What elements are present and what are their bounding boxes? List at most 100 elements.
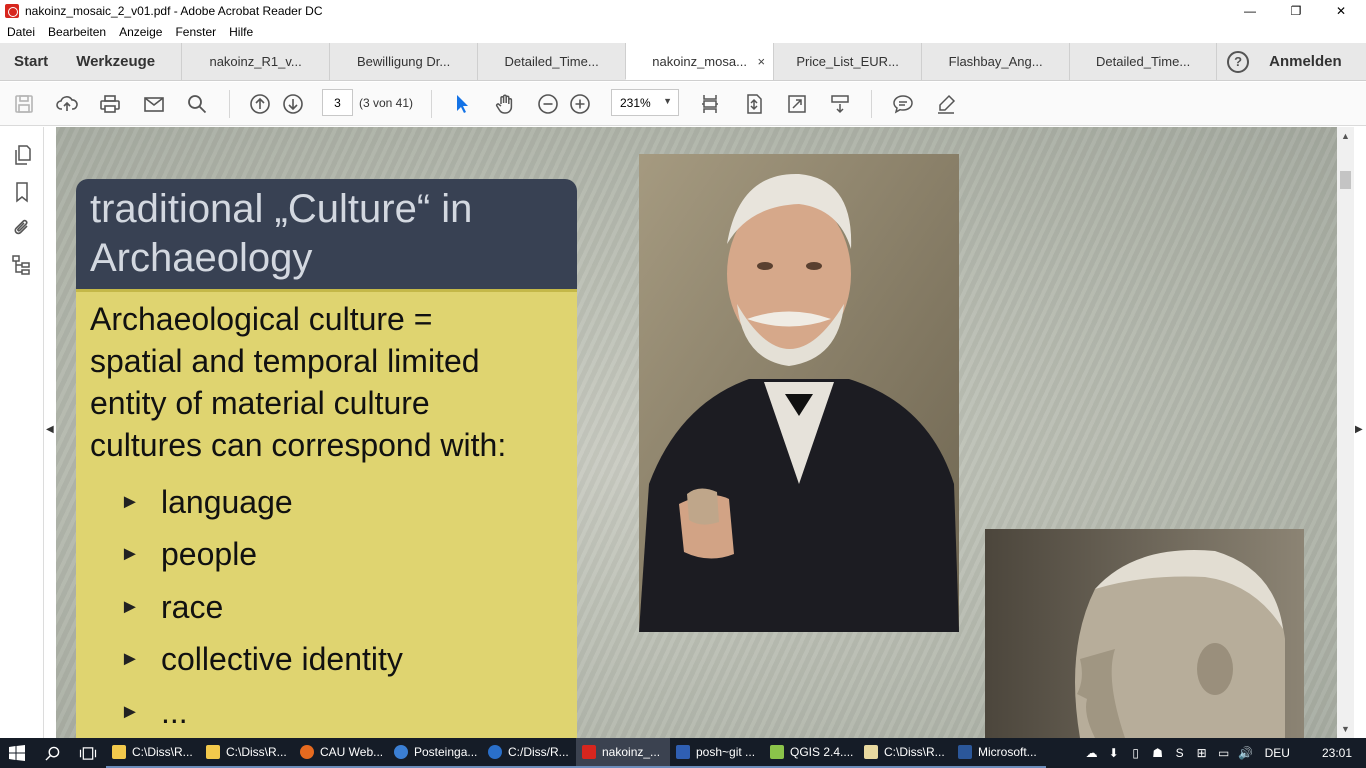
sign-in-button[interactable]: Anmelden (1249, 43, 1354, 80)
taskbar-label: nakoinz_... (602, 745, 661, 759)
fit-page-icon[interactable] (742, 92, 766, 116)
full-screen-icon[interactable] (785, 92, 809, 116)
hand-tool-icon[interactable] (493, 92, 517, 116)
doc-tab-3[interactable]: Detailed_Time... (477, 43, 625, 80)
acrobat-icon (582, 745, 596, 759)
taskbar-label: C:\Diss\R... (132, 745, 193, 759)
scroll-down-icon[interactable]: ▼ (1341, 724, 1350, 734)
slide-title-line-2: Archaeology (90, 236, 313, 280)
bookmark-icon[interactable] (11, 181, 33, 203)
next-page-icon[interactable] (281, 92, 305, 116)
doc-tab-7[interactable]: Detailed_Time... (1069, 43, 1218, 80)
qgis-icon (770, 745, 784, 759)
task-view-icon[interactable] (70, 738, 106, 768)
menu-datei[interactable]: Datei (0, 25, 41, 39)
system-tray: ☁ ⬇ ▯ ☗ S ⊞ ▭ 🔊 DEU 23:01 (1081, 738, 1366, 768)
select-cursor-icon[interactable] (450, 92, 474, 116)
previous-page-icon[interactable] (248, 92, 272, 116)
clock[interactable]: 23:01 (1298, 746, 1366, 760)
taskbar-item-7[interactable]: posh~git ... (670, 738, 764, 768)
body-line-3: entity of material culture (90, 385, 430, 421)
collapse-left-pane-icon[interactable]: ◀ (46, 424, 54, 435)
maximize-button[interactable]: ❐ (1273, 0, 1319, 22)
tab-tools[interactable]: Werkzeuge (62, 43, 181, 80)
zoom-level-select[interactable]: 231% ▼ (611, 89, 679, 116)
taskbar-item-10[interactable]: Microsoft... (952, 738, 1046, 768)
highlight-pen-icon[interactable] (934, 92, 958, 116)
doc-tab-5[interactable]: Price_List_EUR... (773, 43, 921, 80)
toolbar (0, 82, 1366, 126)
document-viewport[interactable]: traditional „Culture“ in Archaeology Arc… (56, 127, 1337, 738)
email-icon[interactable] (142, 92, 166, 116)
title-bar: nakoinz_mosaic_2_v01.pdf - Adobe Acrobat… (0, 0, 1366, 22)
bullet-arrow-icon: ► (120, 543, 140, 566)
save-icon[interactable] (12, 92, 36, 116)
close-tab-icon[interactable]: × (758, 54, 766, 69)
bullet-text: collective identity (161, 641, 403, 678)
slide-title-line-1: traditional „Culture“ in (90, 187, 473, 231)
bullet-text: people (161, 536, 258, 573)
cloud-icon[interactable]: ☁ (1081, 738, 1103, 768)
taskbar-item-2[interactable]: C:\Diss\R... (200, 738, 294, 768)
scroll-up-icon[interactable]: ▲ (1341, 131, 1350, 141)
scroll-thumb[interactable] (1340, 171, 1351, 189)
vertical-scrollbar[interactable]: ▲ ▼ (1337, 127, 1354, 738)
doc-tab-active[interactable]: nakoinz_mosa... × (625, 43, 774, 80)
taskbar-item-8[interactable]: QGIS 2.4.... (764, 738, 858, 768)
help-icon[interactable]: ? (1227, 50, 1250, 73)
zoom-in-icon[interactable] (568, 92, 592, 116)
structure-tree-icon[interactable] (11, 254, 33, 276)
list-item: ► language (90, 476, 563, 529)
body-line-4: cultures can correspond with: (90, 427, 507, 463)
taskbar-label: CAU Web... (320, 745, 384, 759)
menu-anzeige[interactable]: Anzeige (112, 25, 168, 39)
print-icon[interactable] (98, 92, 122, 116)
windows-taskbar: C:\Diss\R... C:\Diss\R... CAU Web... Pos… (0, 738, 1366, 768)
menu-bearbeiten[interactable]: Bearbeiten (41, 25, 112, 39)
body-line-2: spatial and temporal limited (90, 343, 480, 379)
upload-cloud-icon[interactable] (55, 92, 79, 116)
network-app-icon[interactable]: ⊞ (1191, 738, 1213, 768)
skype-icon[interactable]: S (1169, 738, 1191, 768)
minimize-button[interactable]: — (1227, 0, 1273, 22)
doc-tab-1[interactable]: nakoinz_R1_v... (181, 43, 329, 80)
taskbar-item-9[interactable]: C:\Diss\R... (858, 738, 952, 768)
collapse-right-pane-icon[interactable]: ▶ (1355, 424, 1363, 435)
doc-tab-2[interactable]: Bewilligung Dr... (329, 43, 477, 80)
list-item: ► race (90, 581, 563, 634)
close-window-button[interactable]: ✕ (1318, 0, 1364, 22)
zoom-value: 231% (620, 95, 651, 110)
taskbar-item-4[interactable]: Posteinga... (388, 738, 482, 768)
taskbar-label: C:\Diss\R... (884, 745, 945, 759)
usb-icon[interactable]: ▯ (1125, 738, 1147, 768)
portrait-image-elderly-man (639, 154, 959, 632)
read-mode-icon[interactable] (828, 92, 852, 116)
page-number-input[interactable]: 3 (322, 89, 353, 116)
taskbar-item-5[interactable]: C:/Diss/R... (482, 738, 576, 768)
page-thumbnails-icon[interactable] (11, 144, 33, 166)
monitor-icon[interactable]: ▭ (1213, 738, 1235, 768)
scrolling-mode-icon[interactable] (698, 92, 722, 116)
attachment-icon[interactable] (11, 217, 33, 239)
taskbar-item-6[interactable]: nakoinz_... (576, 738, 670, 768)
input-language[interactable]: DEU (1257, 746, 1298, 760)
volume-icon[interactable]: 🔊 (1235, 738, 1257, 768)
search-icon[interactable] (34, 738, 70, 768)
download-icon[interactable]: ⬇ (1103, 738, 1125, 768)
menu-hilfe[interactable]: Hilfe (222, 25, 259, 39)
bullet-list: ► language ► people ► race ► collective … (90, 476, 563, 738)
shield-icon[interactable]: ☗ (1147, 738, 1169, 768)
zoom-out-icon[interactable] (536, 92, 560, 116)
notepad-icon (864, 745, 878, 759)
list-item: ► collective identity (90, 634, 563, 687)
comment-icon[interactable] (891, 92, 915, 116)
windows-start-icon[interactable] (0, 738, 34, 768)
taskbar-item-3[interactable]: CAU Web... (294, 738, 388, 768)
menu-fenster[interactable]: Fenster (168, 25, 222, 39)
taskbar-item-1[interactable]: C:\Diss\R... (106, 738, 200, 768)
powershell-icon (676, 745, 690, 759)
tab-start[interactable]: Start (0, 43, 62, 80)
taskbar-label: C:\Diss\R... (226, 745, 287, 759)
doc-tab-6[interactable]: Flashbay_Ang... (921, 43, 1069, 80)
search-icon[interactable] (185, 92, 209, 116)
